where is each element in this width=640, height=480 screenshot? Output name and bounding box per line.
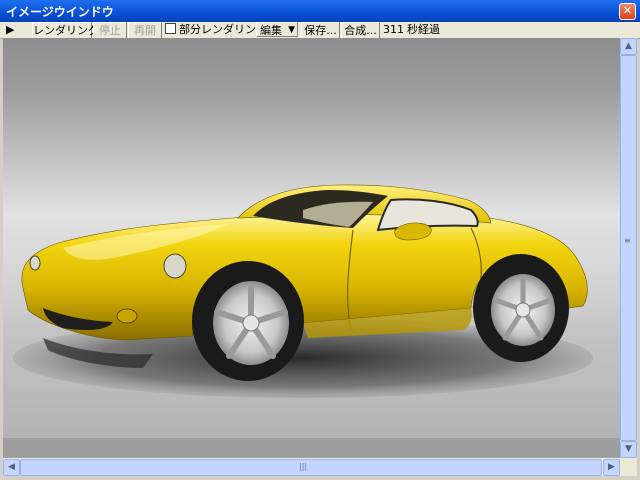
compose-button[interactable]: 合成... (341, 22, 380, 39)
fog-light (116, 308, 138, 324)
grip-icon: ≡ (624, 236, 631, 245)
elapsed-time-label: 秒経過 (407, 23, 440, 36)
vertical-scroll-thumb[interactable]: ≡ (620, 55, 637, 441)
front-wheel (192, 261, 304, 381)
title-bar[interactable]: イメージウインドウ ✕ (0, 0, 640, 22)
horizontal-scrollbar[interactable]: ◀ ||| ▶ (3, 458, 620, 476)
hgrip-icon: ||| (299, 462, 308, 471)
checkbox-box[interactable] (165, 23, 176, 34)
resize-grip[interactable] (620, 458, 637, 476)
render-button[interactable]: レンダリング (32, 22, 99, 39)
partial-render-label: 部分レンダリング (179, 23, 267, 36)
rear-wheel (473, 254, 569, 362)
headlight-left (163, 253, 187, 279)
image-window: イメージウインドウ ✕ ▶ レンダリング 停止 再開 部分レンダリング 編集 ▼… (0, 0, 640, 480)
horizontal-scroll-thumb[interactable]: ||| (20, 459, 602, 476)
elapsed-time-value: 311 (383, 23, 404, 36)
play-icon[interactable]: ▶ (6, 22, 14, 37)
vertical-scrollbar[interactable]: ▲ ≡ ▼ (620, 38, 637, 458)
rendered-car-image (3, 38, 620, 458)
floor-band (3, 438, 620, 458)
scroll-right-button[interactable]: ▶ (603, 459, 620, 476)
partial-render-checkbox[interactable]: 部分レンダリング (165, 22, 267, 37)
close-button[interactable]: ✕ (619, 3, 636, 20)
resume-button: 再開 (128, 22, 162, 39)
edit-menu-button[interactable]: 編集 ▼ (256, 22, 298, 37)
chevron-down-icon: ▼ (288, 25, 295, 35)
scroll-left-button[interactable]: ◀ (3, 459, 20, 476)
save-button[interactable]: 保存... (301, 22, 340, 39)
toolbar: ▶ レンダリング 停止 再開 部分レンダリング 編集 ▼ 保存... 合成...… (0, 22, 640, 39)
scroll-up-button[interactable]: ▲ (620, 38, 637, 55)
render-viewport[interactable] (3, 38, 621, 458)
window-title: イメージウインドウ (6, 5, 114, 19)
stop-button: 停止 (93, 22, 127, 39)
scroll-down-button[interactable]: ▼ (620, 441, 637, 458)
edit-label: 編集 (260, 24, 282, 37)
headlight-small (29, 255, 41, 271)
